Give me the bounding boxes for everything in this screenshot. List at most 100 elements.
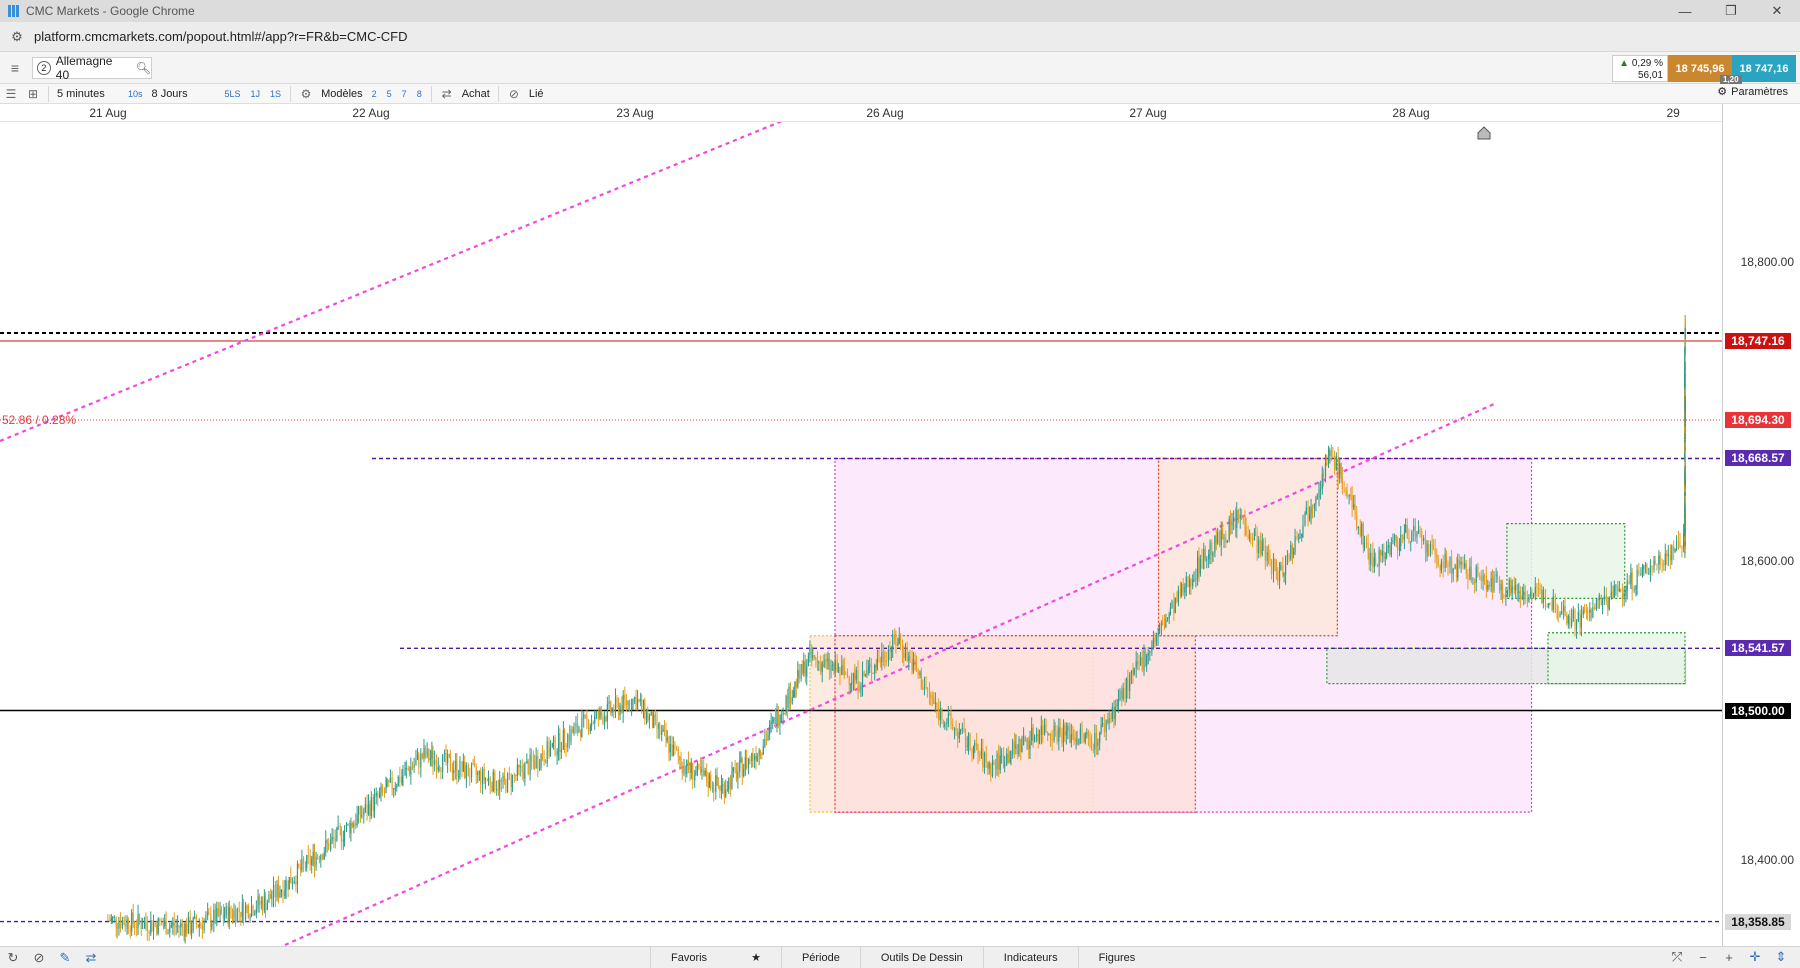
buy-button[interactable]: Achat <box>458 88 494 100</box>
candle-body <box>1280 564 1282 570</box>
model-button-2[interactable]: 2 <box>367 89 382 99</box>
candle-body <box>1322 473 1324 479</box>
candle-body <box>1530 592 1532 597</box>
crosshair-icon[interactable]: ✛ <box>1742 947 1768 967</box>
candle-body <box>700 766 702 773</box>
candle-body <box>1169 607 1172 615</box>
candle-body <box>815 658 817 661</box>
range-button-1s[interactable]: 1S <box>265 89 286 99</box>
candle-body <box>1182 584 1184 593</box>
menu-icon[interactable]: ≡ <box>4 58 26 78</box>
candle-body <box>557 733 560 752</box>
magnet-icon[interactable]: ⇄ <box>78 948 104 968</box>
candle-body <box>834 660 836 671</box>
chart-list-icon[interactable]: ☰ <box>0 85 22 103</box>
candle-body <box>1256 535 1258 553</box>
candle-body <box>543 759 545 762</box>
model-button-5[interactable]: 5 <box>382 89 397 99</box>
candle-body <box>1406 524 1408 538</box>
candle-body <box>152 923 155 931</box>
candle-body <box>177 925 179 927</box>
zoom-in-icon[interactable]: + <box>1716 947 1742 967</box>
candle-body <box>1272 559 1275 574</box>
candle-body <box>1269 556 1271 561</box>
candle-body <box>1518 591 1520 593</box>
chart-plot-area[interactable]: 52.86 / 0.28% <box>0 117 1722 947</box>
block-icon[interactable]: ⊘ <box>26 948 52 968</box>
candle-body <box>1146 655 1148 666</box>
date-label: 23 Aug <box>616 106 654 120</box>
star-icon[interactable]: ★ <box>751 951 761 964</box>
candle-body <box>698 763 700 767</box>
fit-icon[interactable]: ⇕ <box>1768 947 1794 967</box>
tab-figures[interactable]: Figures <box>1077 947 1156 968</box>
buy-icon[interactable]: ⇄ <box>436 85 458 103</box>
candle-body <box>1623 593 1625 598</box>
candle-body <box>227 906 229 924</box>
settings-button[interactable]: ⚙ Paramètres <box>1717 85 1788 99</box>
candle-body <box>1020 738 1022 752</box>
candle-body <box>854 674 856 680</box>
tab-periode[interactable]: Période <box>780 947 860 968</box>
candle-body <box>747 759 750 769</box>
layout-grid-icon[interactable]: ⊞ <box>22 85 44 103</box>
tab-favoris[interactable]: Favoris ★ <box>650 947 781 968</box>
interval-short-button[interactable]: 10s <box>123 89 148 99</box>
close-button[interactable]: ✕ <box>1754 0 1800 22</box>
candle-body <box>734 767 736 770</box>
candle-body <box>318 857 321 861</box>
candle-body <box>440 770 442 773</box>
site-settings-icon[interactable]: ⚙ <box>8 28 26 46</box>
candle-body <box>1675 541 1678 550</box>
reset-zoom-icon[interactable]: ⤱ <box>1664 947 1690 967</box>
candle-body <box>334 838 336 841</box>
candle-body <box>1612 591 1614 598</box>
link-icon[interactable]: ⊘ <box>503 85 525 103</box>
candle-body <box>906 647 908 661</box>
linked-button[interactable]: Lié <box>525 88 548 100</box>
candle-body <box>1515 584 1517 591</box>
instrument-selector[interactable]: 2 Allemagne 40 🔍︎ <box>32 54 152 82</box>
price-tick-label: 18,400.00 <box>1740 853 1794 867</box>
models-button[interactable]: Modèles <box>317 88 367 100</box>
candle-body <box>220 909 223 914</box>
candle-body <box>115 916 117 928</box>
url-text[interactable]: platform.cmcmarkets.com/popout.html#/app… <box>34 29 408 44</box>
candle-body <box>933 698 935 704</box>
candle-body <box>645 711 648 720</box>
model-button-8[interactable]: 8 <box>412 89 427 99</box>
candle-body <box>1357 526 1359 529</box>
candle-body <box>570 729 572 742</box>
candle-body <box>767 733 769 740</box>
price-chart[interactable] <box>0 117 1722 947</box>
interval-select[interactable]: 5 minutes <box>53 88 123 100</box>
buy-price-button[interactable]: 18 747,16 1,20 <box>1720 55 1796 84</box>
candle-body <box>293 881 295 884</box>
candle-body <box>1390 542 1392 556</box>
range-button-1j[interactable]: 1J <box>246 89 266 99</box>
range-select[interactable]: 8 Jours <box>148 88 220 100</box>
candle-body <box>852 674 855 683</box>
date-axis: 21 Aug 22 Aug 23 Aug 26 Aug 27 Aug 28 Au… <box>0 104 1722 134</box>
tab-indicateurs[interactable]: Indicateurs <box>982 947 1078 968</box>
restore-button[interactable]: ❐ <box>1708 0 1754 22</box>
candle-body <box>772 719 774 722</box>
candle-body <box>211 923 213 928</box>
zoom-out-icon[interactable]: − <box>1690 947 1716 967</box>
pencil-icon[interactable]: ✎ <box>52 948 78 968</box>
minimize-button[interactable]: — <box>1662 0 1708 22</box>
candle-body <box>1177 589 1180 602</box>
tab-outils-de-dessin[interactable]: Outils De Dessin <box>859 947 983 968</box>
candle-body <box>719 785 721 791</box>
candle-body <box>1138 664 1140 666</box>
candle-body <box>1395 535 1397 543</box>
candle-body <box>330 840 332 850</box>
model-button-7[interactable]: 7 <box>397 89 412 99</box>
search-icon[interactable]: 🔍︎ <box>136 61 151 75</box>
candle-body <box>1208 553 1210 560</box>
candle-body <box>458 775 460 777</box>
range-button-5ls[interactable]: 5LS <box>220 89 246 99</box>
candle-body <box>1135 661 1137 669</box>
refresh-icon[interactable]: ↻ <box>0 948 26 968</box>
models-icon[interactable]: ⚙ <box>295 85 317 103</box>
